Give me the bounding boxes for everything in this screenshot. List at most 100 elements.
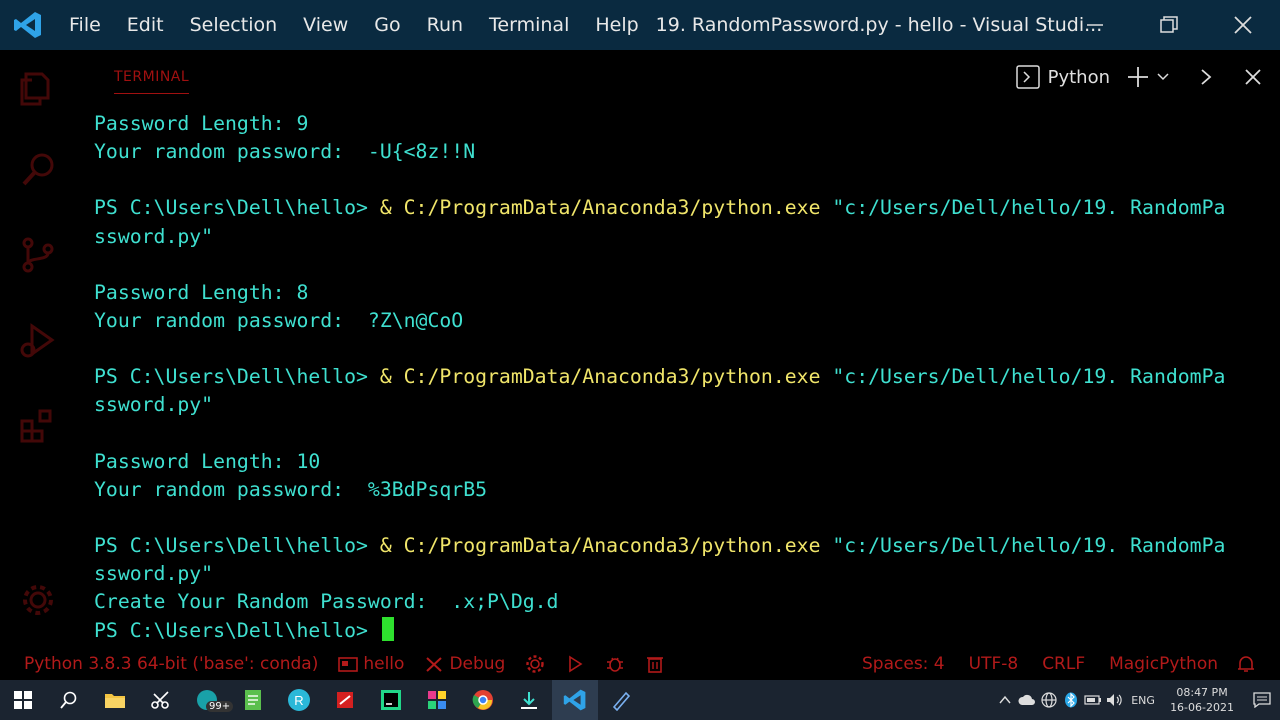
folder-icon — [338, 657, 359, 672]
eol-status[interactable]: CRLF — [1030, 654, 1097, 674]
terminal-text: PS C:\Users\Dell\hello> — [94, 365, 380, 389]
taskbar-notepad[interactable] — [230, 680, 276, 720]
close-window-button[interactable] — [1206, 0, 1280, 50]
terminal-line: Your random password: ?Z\n@CoO — [94, 307, 1264, 335]
tiles-icon — [428, 691, 446, 709]
python-interpreter-status[interactable]: Python 3.8.3 64-bit ('base': conda) — [0, 654, 328, 674]
speaker-icon — [1107, 694, 1122, 706]
title-bar: File Edit Selection View Go Run Terminal… — [0, 0, 1280, 50]
debug-label: Debug — [449, 654, 506, 674]
terminal-text: & C:/ProgramData/Anaconda3/python.exe — [379, 534, 833, 558]
tray-clock[interactable]: 08:47 PM 16-06-2021 — [1160, 685, 1244, 715]
language-mode-status[interactable]: MagicPython — [1097, 654, 1230, 674]
tray-battery[interactable] — [1082, 680, 1104, 720]
pen-icon — [612, 691, 631, 711]
terminal-text: & C:/ProgramData/Anaconda3/python.exe — [379, 365, 833, 389]
terminal-text: Your random password: %3BdPsqrB5 — [94, 477, 488, 501]
tab-terminal[interactable]: TERMINAL — [114, 69, 190, 94]
debug-bug-button[interactable] — [595, 654, 635, 674]
panel-header: TERMINAL Python — [76, 50, 1280, 100]
maximize-panel-button[interactable] — [1198, 67, 1214, 87]
extensions-icon[interactable] — [18, 405, 58, 445]
indentation-status[interactable]: Spaces: 4 — [850, 654, 957, 674]
menu-go[interactable]: Go — [361, 0, 413, 50]
restore-button[interactable] — [1132, 0, 1206, 50]
taskbar-pen-app[interactable] — [598, 680, 644, 720]
taskbar-anaconda[interactable] — [506, 680, 552, 720]
new-terminal-button[interactable] — [1126, 65, 1150, 89]
terminal-line: PS C:\Users\Dell\hello> — [94, 616, 1264, 645]
terminal-text: Create Your Random Password: .x;P\Dg.d — [94, 590, 559, 614]
bug-icon — [607, 657, 624, 672]
tray-bluetooth[interactable] — [1060, 680, 1082, 720]
terminal-shell-selector[interactable]: Python — [1015, 65, 1110, 89]
explorer-icon[interactable] — [18, 68, 58, 108]
r-app-icon: R — [288, 689, 310, 711]
source-control-icon[interactable] — [18, 235, 58, 275]
terminal-line: Password Length: 8 — [94, 279, 1264, 307]
menu-file[interactable]: File — [56, 0, 114, 50]
terminal-line: ssword.py" — [94, 560, 1264, 588]
gear-icon — [526, 655, 545, 673]
menu-selection[interactable]: Selection — [177, 0, 291, 50]
taskbar-file-explorer[interactable] — [92, 680, 138, 720]
window-title: 19. RandomPassword.py - hello - Visual S… — [655, 14, 1103, 36]
taskbar-app-red[interactable] — [322, 680, 368, 720]
minimize-button[interactable] — [1058, 0, 1132, 50]
branch-status[interactable]: hello — [328, 654, 414, 674]
svg-text:R: R — [294, 693, 303, 708]
debug-status[interactable]: Debug — [414, 654, 515, 674]
close-panel-button[interactable] — [1244, 68, 1262, 86]
tray-volume[interactable] — [1104, 680, 1126, 720]
bell-icon — [1238, 656, 1254, 672]
tray-cloud[interactable] — [1016, 680, 1038, 720]
globe-icon — [1041, 692, 1057, 708]
clock-time: 08:47 PM — [1176, 686, 1228, 699]
taskbar-pycharm[interactable] — [368, 680, 414, 720]
run-status-button[interactable] — [555, 654, 595, 674]
menu-edit[interactable]: Edit — [114, 0, 177, 50]
menu-help[interactable]: Help — [582, 0, 651, 50]
trash-status-button[interactable] — [635, 654, 675, 674]
terminal-icon — [1015, 65, 1040, 89]
notifications-button[interactable] — [1230, 654, 1272, 674]
menu-view[interactable]: View — [290, 0, 361, 50]
search-icon[interactable] — [18, 150, 58, 190]
status-bar: Python 3.8.3 64-bit ('base': conda) hell… — [0, 648, 1280, 680]
tray-network[interactable] — [1038, 680, 1060, 720]
taskbar-search-button[interactable] — [46, 680, 92, 720]
tray-language[interactable]: ENG — [1126, 680, 1160, 720]
plus-icon — [1128, 67, 1148, 87]
terminal-text: ssword.py" — [94, 562, 214, 586]
settings-status-button[interactable] — [515, 654, 555, 674]
settings-gear-icon[interactable] — [18, 580, 58, 620]
activity-bar — [0, 50, 76, 648]
menu-run[interactable]: Run — [414, 0, 476, 50]
taskbar-chrome[interactable] — [460, 680, 506, 720]
branch-label: hello — [363, 654, 405, 674]
taskbar-store-app[interactable]: 99+ — [184, 680, 234, 720]
chevron-up-icon — [999, 695, 1011, 704]
search-icon — [60, 691, 77, 709]
terminal-text: Your random password: ?Z\n@CoO — [94, 308, 464, 332]
terminal-output[interactable]: Password Length: 9 Your random password: … — [94, 110, 1264, 648]
terminal-line: PS C:\Users\Dell\hello> & C:/ProgramData… — [94, 194, 1264, 222]
start-button[interactable] — [0, 680, 46, 720]
terminal-dropdown-button[interactable] — [1156, 70, 1170, 84]
taskbar-vscode[interactable] — [552, 680, 598, 720]
tray-overflow-button[interactable] — [994, 680, 1016, 720]
taskbar-snipping-tool[interactable] — [138, 680, 184, 720]
encoding-status[interactable]: UTF-8 — [957, 654, 1031, 674]
cloud-icon — [1018, 694, 1036, 705]
notepad-icon — [245, 690, 261, 710]
menu-terminal[interactable]: Terminal — [476, 0, 582, 50]
terminal-line: Password Length: 10 — [94, 448, 1264, 476]
run-debug-icon[interactable] — [18, 320, 58, 360]
terminal-cursor — [381, 616, 394, 641]
terminal-line: PS C:\Users\Dell\hello> & C:/ProgramData… — [94, 363, 1264, 391]
tools-icon — [426, 657, 443, 672]
taskbar-r-app[interactable]: R — [276, 680, 322, 720]
taskbar-app-tiles[interactable] — [414, 680, 460, 720]
action-center-button[interactable] — [1244, 680, 1280, 720]
